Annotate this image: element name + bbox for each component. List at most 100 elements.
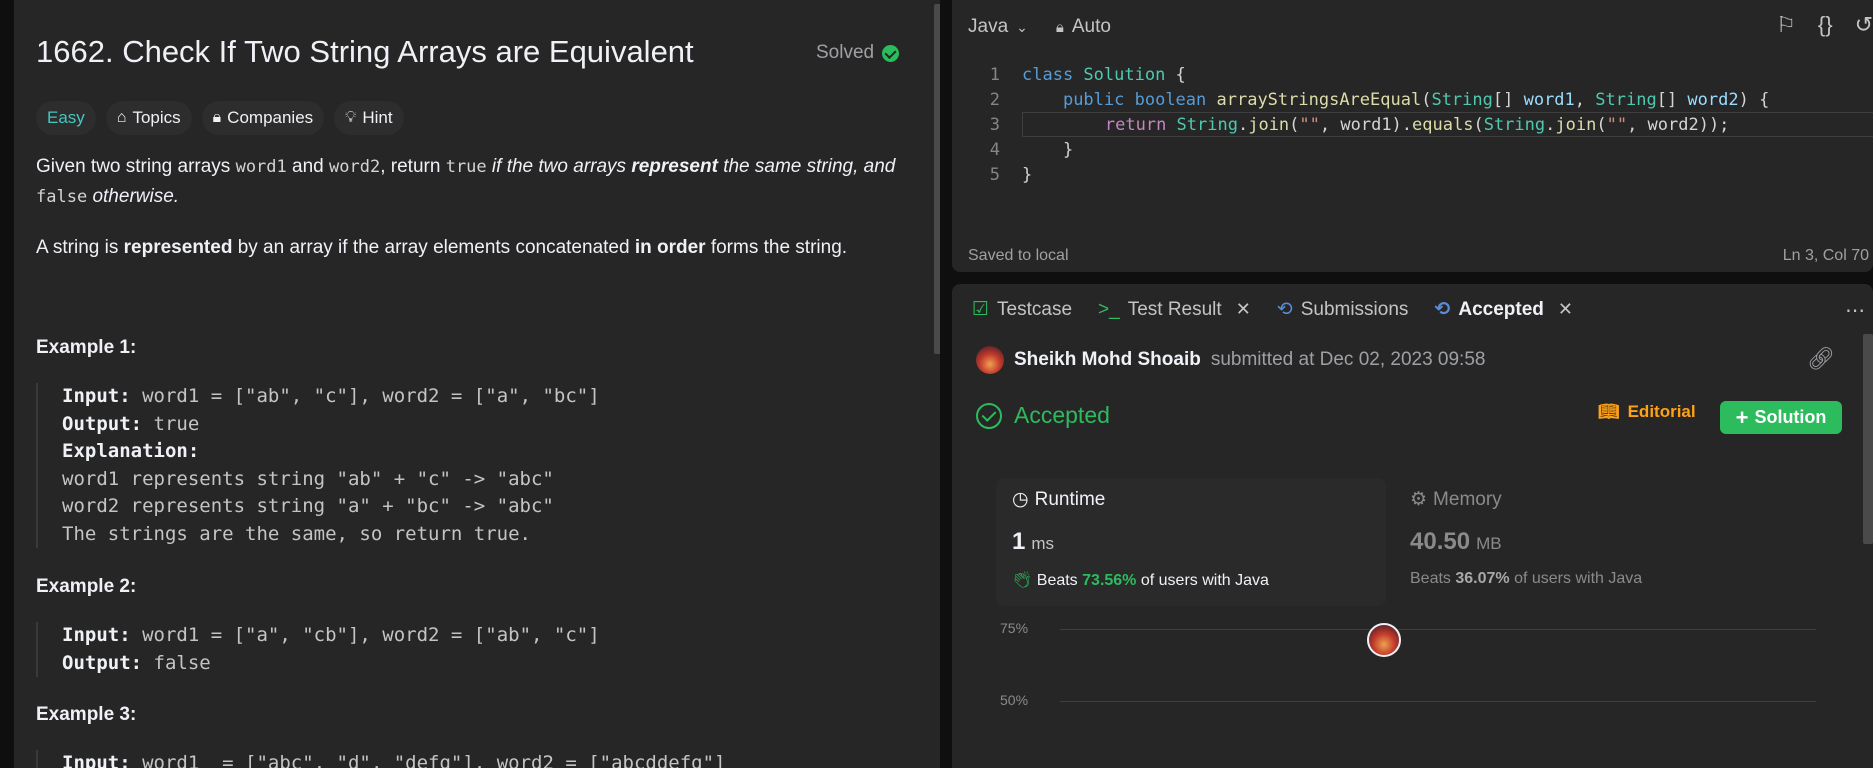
code-line: 5 }	[952, 162, 1873, 187]
punct: .	[1237, 114, 1249, 135]
tab-label: Accepted	[1458, 298, 1544, 320]
difficulty-badge: Easy	[36, 101, 96, 135]
tab-accepted[interactable]: ⟲ Accepted ✕	[1434, 298, 1573, 321]
runtime-card[interactable]: ◷ Runtime 1 ms 👏︎ Beats 73.56% of users w…	[996, 478, 1386, 606]
keyword: class	[1022, 64, 1074, 85]
username[interactable]: Sheikh Mohd Shoaib	[1014, 349, 1201, 371]
code-line: 1 class Solution {	[952, 62, 1873, 87]
function: equals	[1412, 114, 1474, 135]
code-area[interactable]: 1 class Solution { 2 public boolean arra…	[952, 62, 1873, 187]
submission-info: Sheikh Mohd Shoaib submitted at Dec 02, …	[976, 346, 1485, 374]
check-circle-icon	[882, 44, 900, 62]
language-label: Java	[968, 16, 1009, 37]
example-2-title: Example 2:	[36, 576, 137, 597]
editorial-button[interactable]: 📖︎ Editorial	[1598, 402, 1696, 422]
chip-icon: ⚙	[1410, 489, 1428, 510]
desc-bold: represent	[631, 156, 718, 177]
memory-number: 40.50	[1410, 528, 1471, 555]
runtime-header: ◷ Runtime	[1012, 488, 1105, 511]
desc-italic: if the two arrays	[486, 156, 632, 177]
punct: , word2));	[1627, 114, 1730, 135]
close-icon[interactable]: ✕	[1236, 299, 1251, 320]
problem-panel: 1662. Check If Two String Arrays are Equ…	[14, 0, 940, 768]
editor-actions: ⚐ {} ↺	[1776, 12, 1873, 38]
problem-title: 1662. Check If Two String Arrays are Equ…	[36, 34, 694, 69]
function: join	[1248, 114, 1290, 135]
panel-divider[interactable]	[940, 0, 952, 768]
tab-submissions[interactable]: ⟲ Submissions	[1277, 298, 1409, 321]
input-label: Input:	[62, 385, 131, 407]
output-label: Output:	[62, 412, 143, 435]
runtime-label: Runtime	[1034, 488, 1106, 510]
explanation-label: Explanation:	[62, 440, 200, 462]
code-line-active: 3 return String. join("", word1). equals(S…	[952, 112, 1873, 137]
tab-label: Test Result	[1127, 298, 1222, 320]
variable: word2	[1687, 89, 1739, 110]
input-value: word1 = ["a", "cb"], word2 = ["ab", "c"]	[130, 624, 600, 646]
more-options-icon[interactable]: ⋯	[1845, 298, 1865, 323]
line-number: 1	[989, 64, 1000, 85]
hint-button[interactable]: 💡︎ Hint	[334, 101, 404, 135]
line-number: 3	[989, 114, 1000, 135]
topics-label: Topics	[132, 108, 181, 127]
memory-header: ⚙ Memory	[1410, 488, 1502, 511]
tab-test-result[interactable]: >_ Test Result ✕	[1098, 299, 1251, 321]
desc-code: false	[36, 187, 88, 207]
companies-label: Companies	[227, 108, 314, 127]
example-input: Input: word1 = ["ab", "c"], word2 = ["a"…	[62, 383, 940, 411]
verdict: Accepted	[976, 402, 1110, 429]
tag-icon: ⌂	[116, 109, 127, 126]
clap-icon: 👏︎	[1012, 572, 1033, 589]
solved-label: Solved	[816, 42, 875, 63]
punct: ,	[1574, 89, 1596, 110]
avatar[interactable]	[976, 346, 1004, 374]
runtime-number: 1	[1012, 528, 1026, 555]
code-editor-panel: Java ⌄ 🔒︎ Auto ⚐ {} ↺ 1 class Solution {…	[952, 0, 1873, 272]
beats-prefix: Beats	[1410, 570, 1451, 587]
y-tick-label: 75%	[1000, 620, 1029, 636]
line-source: public boolean arrayStringsAreEqual(Stri…	[1022, 90, 1769, 110]
language-select[interactable]: Java ⌄	[968, 16, 1028, 38]
distribution-chart: 75% 50%	[1000, 620, 1830, 768]
companies-button[interactable]: 🔒︎ Companies	[201, 101, 325, 135]
submitted-time: submitted at Dec 02, 2023 09:58	[1210, 349, 1486, 370]
your-submission-marker[interactable]	[1367, 623, 1401, 657]
memory-card[interactable]: ⚙ Memory 40.50 MB Beats 36.07% of users w…	[1410, 478, 1800, 606]
auto-mode[interactable]: 🔒︎ Auto	[1056, 16, 1111, 38]
book-icon: 📖︎	[1598, 402, 1620, 421]
explanation-line: word2 represents string "a" + "bc" -> "a…	[62, 495, 554, 517]
desc-bold: represented	[123, 237, 233, 258]
line-source: }	[1022, 164, 1033, 185]
function: arrayStringsAreEqual	[1206, 89, 1422, 110]
example-explanation-label: Explanation:	[62, 438, 940, 466]
type: String	[1483, 114, 1546, 135]
desc-italic: otherwise.	[87, 186, 180, 207]
tab-testcase[interactable]: ☑ Testcase	[972, 298, 1072, 321]
bookmark-icon[interactable]: ⚐	[1776, 12, 1796, 38]
memory-beats: Beats 36.07% of users with Java	[1410, 570, 1642, 588]
punct: (	[1473, 114, 1484, 135]
example-3-box: Input: word1 = ["abc", "d", "defg"], wor…	[36, 750, 940, 768]
results-panel: ☑ Testcase >_ Test Result ✕ ⟲ Submission…	[952, 284, 1873, 768]
memory-unit: MB	[1476, 534, 1502, 553]
output-value: false	[142, 651, 211, 674]
input-value: word1 = ["ab", "c"], word2 = ["a", "bc"]	[130, 385, 600, 407]
beats-suffix: of users with Java	[1140, 572, 1269, 589]
saved-status: Saved to local	[968, 247, 1069, 264]
results-scrollbar[interactable]	[1863, 334, 1873, 544]
format-code-icon[interactable]: {}	[1818, 12, 1833, 38]
desc-text: and	[286, 156, 330, 177]
example-1-box: Input: word1 = ["ab", "c"], word2 = ["a"…	[36, 383, 940, 548]
gridline	[1060, 701, 1816, 702]
solution-button[interactable]: + Solution	[1720, 401, 1842, 434]
gridline	[1060, 629, 1816, 630]
desc-italic: the same string, and	[717, 156, 896, 177]
link-icon[interactable]: 🔗︎	[1807, 346, 1835, 372]
reset-icon[interactable]: ↺	[1855, 12, 1873, 38]
close-icon[interactable]: ✕	[1558, 299, 1573, 320]
topics-button[interactable]: ⌂ Topics	[105, 101, 192, 135]
example-3-title: Example 3:	[36, 704, 137, 725]
type: String	[1595, 89, 1657, 110]
tab-label: Submissions	[1300, 298, 1409, 320]
